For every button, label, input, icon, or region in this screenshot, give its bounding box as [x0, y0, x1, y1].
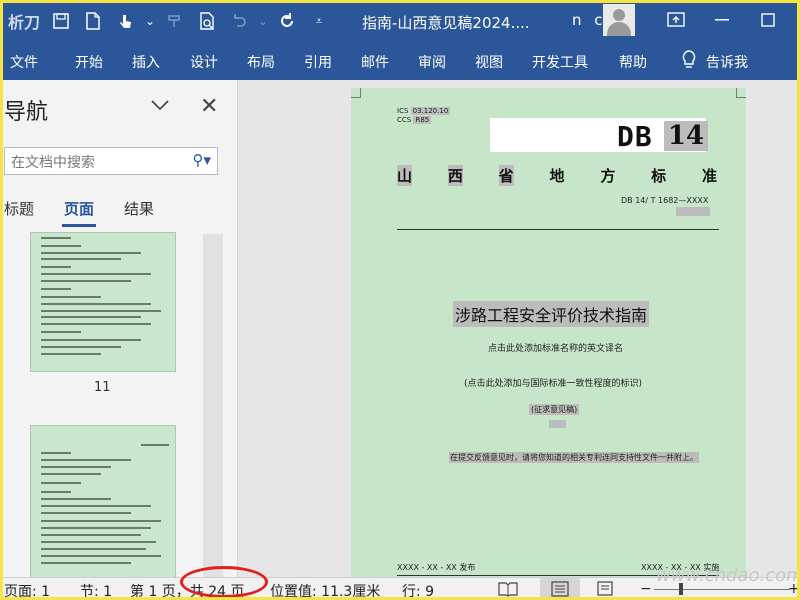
- tab-layout[interactable]: 布局: [247, 52, 275, 72]
- tab-results[interactable]: 结果: [124, 198, 154, 219]
- nav-search-input[interactable]: 在文档中搜索 ⚲▾: [4, 147, 218, 175]
- province-standard-title: 山 西 省 地 方 标 准: [397, 165, 717, 186]
- document-title: 指南-山西意见稿2024....: [362, 14, 530, 32]
- dropdown-icon[interactable]: ⌄: [144, 8, 156, 34]
- page-thumbnail-11[interactable]: [30, 232, 176, 372]
- maximize-icon[interactable]: [748, 6, 788, 34]
- tab-view[interactable]: 视图: [475, 52, 503, 72]
- feedback-note[interactable]: 在提交反馈意见时，请将您知道的相关专利连同支持性文件一并附上。: [449, 452, 699, 463]
- tab-design[interactable]: 设计: [190, 52, 218, 72]
- tab-home[interactable]: 开始: [75, 52, 103, 72]
- tell-me-label: 告诉我: [706, 55, 748, 71]
- crop-mark: [351, 88, 361, 98]
- search-placeholder: 在文档中搜索: [11, 155, 95, 171]
- redo-icon[interactable]: [274, 8, 300, 34]
- tab-review[interactable]: 审阅: [418, 52, 446, 72]
- crop-mark: [736, 88, 746, 98]
- thumbnail-page-number: 11: [94, 380, 111, 395]
- status-page[interactable]: 页面: 1: [4, 581, 50, 600]
- tab-mailings[interactable]: 邮件: [361, 52, 389, 72]
- tell-me-box[interactable]: 告诉我: [682, 50, 748, 74]
- nav-title: 导航: [4, 100, 49, 125]
- main-title[interactable]: 涉路工程安全评价技术指南: [453, 301, 650, 327]
- print-layout-icon[interactable]: [540, 578, 580, 600]
- app-logo: 析刀: [8, 13, 41, 32]
- tab-insert[interactable]: 插入: [132, 52, 160, 72]
- undo-icon[interactable]: [226, 8, 252, 34]
- customize-icon[interactable]: ⩡: [306, 8, 332, 34]
- tab-headings[interactable]: 标题: [4, 198, 34, 219]
- chevron-down-icon[interactable]: [150, 97, 170, 115]
- highlight-circle: [180, 566, 268, 598]
- placeholder-field[interactable]: [676, 207, 710, 216]
- format-painter-icon[interactable]: [162, 8, 188, 34]
- read-mode-icon[interactable]: [498, 581, 518, 597]
- publish-date[interactable]: XXXX - XX - XX 发布: [397, 562, 475, 573]
- tab-references[interactable]: 引用: [304, 52, 332, 72]
- user-name[interactable]: n c: [572, 11, 607, 29]
- ccs-line: CCS R85: [397, 116, 432, 124]
- undo-dropdown-icon[interactable]: ⌄: [258, 8, 268, 34]
- ribbon-tabs: 文件 开始 插入 设计 布局 引用 邮件 审阅 视图 开发工具 帮助 告诉我: [0, 42, 800, 80]
- tab-developer[interactable]: 开发工具: [532, 52, 588, 72]
- zoom-slider[interactable]: [654, 589, 790, 590]
- restore-ribbon-icon[interactable]: [656, 6, 696, 34]
- quick-access-toolbar: 析刀 ⌄ ⌄ ⩡: [0, 8, 332, 34]
- db-label: DB: [617, 120, 653, 153]
- tab-pages[interactable]: 页面: [61, 198, 97, 227]
- zoom-out-button[interactable]: −: [640, 581, 652, 597]
- header-rule: [397, 229, 719, 230]
- search-icon[interactable]: ⚲▾: [192, 151, 211, 169]
- navigation-pane: 导航 ✕ 在文档中搜索 ⚲▾ 标题 页面 结果 11: [0, 80, 238, 577]
- close-icon[interactable]: ✕: [200, 94, 218, 119]
- db-number: 14: [664, 121, 708, 151]
- tab-file[interactable]: 文件: [10, 52, 38, 72]
- web-layout-icon[interactable]: [596, 581, 616, 597]
- touch-mode-icon[interactable]: [112, 8, 138, 34]
- tab-help[interactable]: 帮助: [619, 52, 647, 72]
- title-bar: 析刀 ⌄ ⌄ ⩡ 指南-山西意见稿2024.... n c: [0, 0, 800, 42]
- placeholder-field[interactable]: [549, 420, 566, 428]
- watermark: www.cndao.com: [656, 565, 800, 586]
- document-page[interactable]: ICS 03.120.10 CCS R85 DB 14 山 西 省 地 方 标 …: [351, 88, 746, 577]
- status-row[interactable]: 行: 9: [402, 581, 434, 600]
- english-title-hint[interactable]: 点击此处添加标准名称的英文译名: [488, 341, 623, 354]
- status-section[interactable]: 节: 1: [80, 581, 112, 600]
- draft-label[interactable]: (征求意见稿): [529, 404, 580, 415]
- save-icon[interactable]: [48, 8, 74, 34]
- status-position[interactable]: 位置值: 11.3厘米: [270, 581, 380, 600]
- nav-scrollbar[interactable]: [203, 234, 223, 577]
- lightbulb-icon: [682, 50, 696, 74]
- print-preview-icon[interactable]: [194, 8, 220, 34]
- avatar[interactable]: [603, 4, 635, 36]
- document-canvas: ICS 03.120.10 CCS R85 DB 14 山 西 省 地 方 标 …: [239, 80, 800, 577]
- minimize-icon[interactable]: [702, 6, 742, 34]
- ics-line: ICS 03.120.10: [397, 107, 451, 115]
- page-thumbnail-12[interactable]: [30, 425, 176, 577]
- intl-standard-hint[interactable]: (点击此处添加与国际标准一致性程度的标识): [464, 376, 642, 389]
- new-doc-icon[interactable]: [80, 8, 106, 34]
- db-code: DB 14/ T 1682—XXXX: [621, 196, 709, 205]
